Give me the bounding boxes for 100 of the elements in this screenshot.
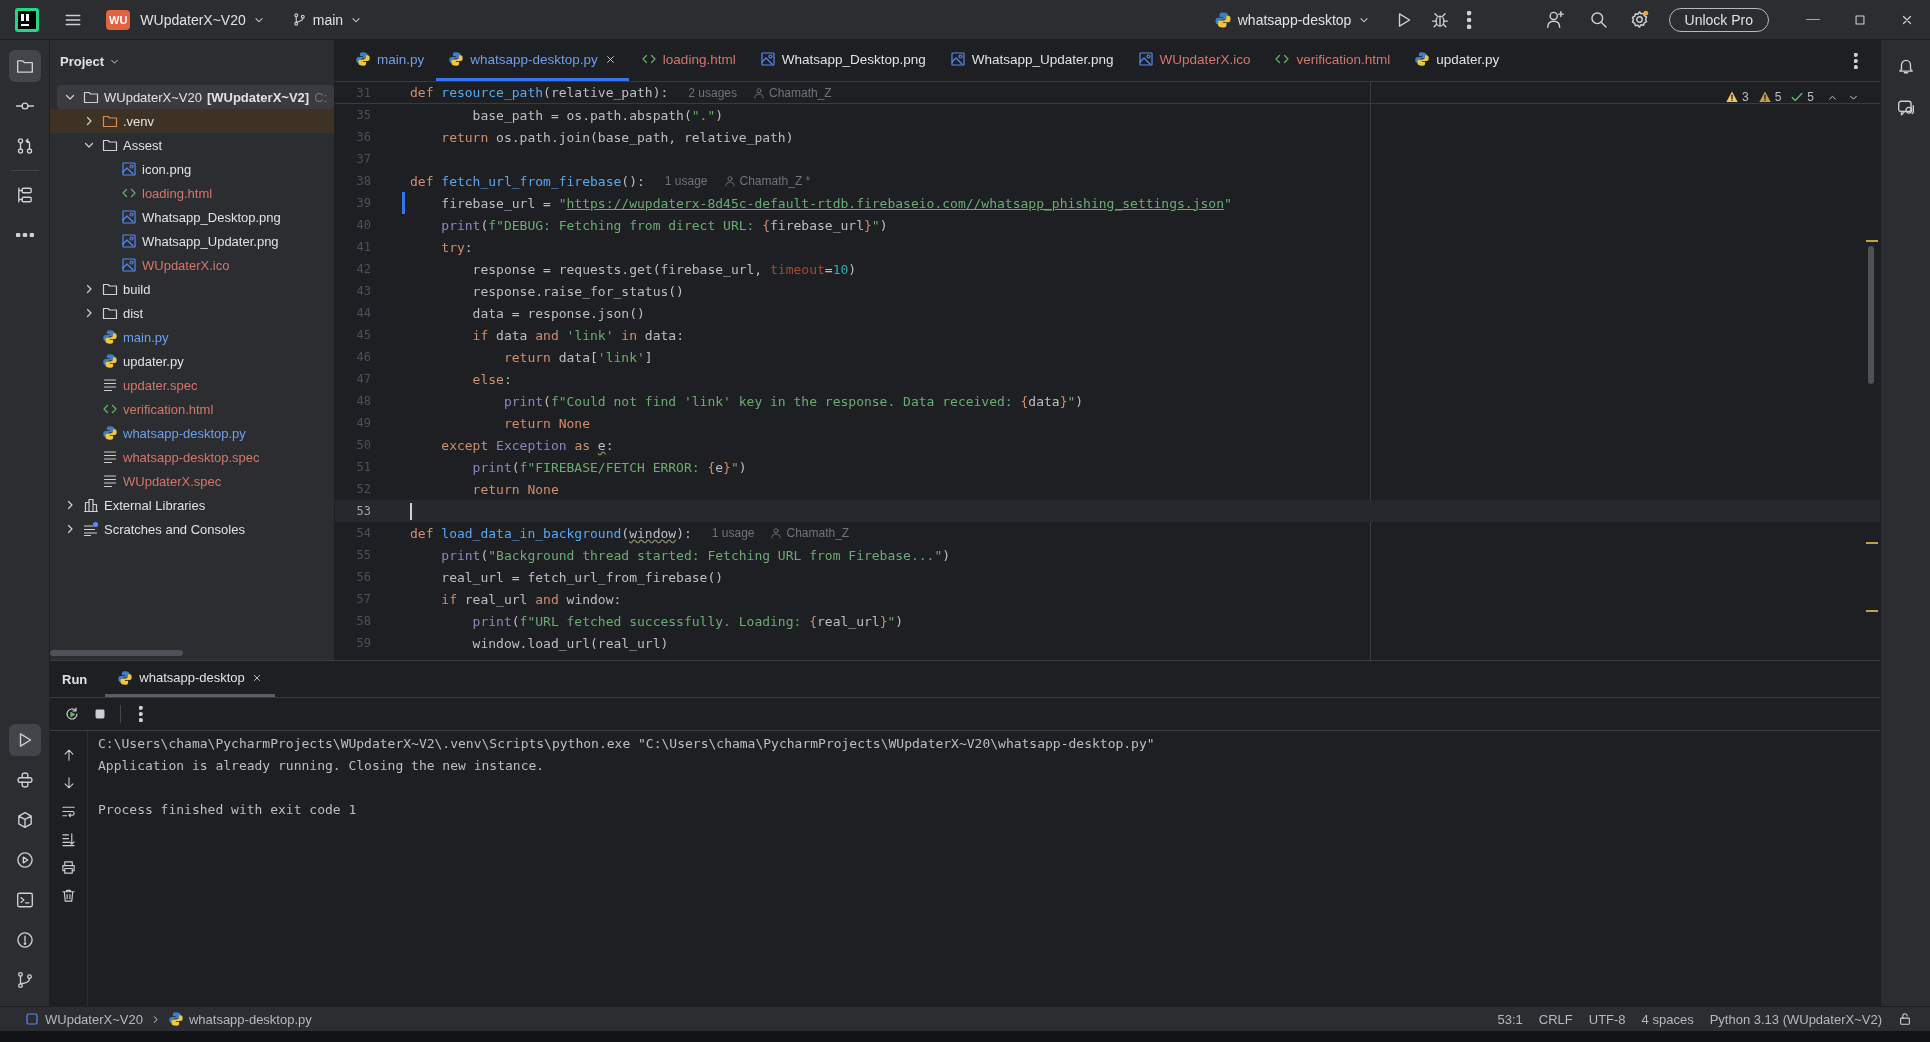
tool-window-title: Run: [62, 670, 89, 689]
cube-icon: [15, 811, 34, 829]
code-line: try:: [440, 239, 473, 255]
code-line: def fetch_url_from_firebase():: [410, 173, 645, 189]
image-file-icon: [121, 209, 137, 225]
tree-item[interactable]: Assest: [50, 133, 334, 157]
python-file-icon: [117, 669, 134, 686]
editor-tab[interactable]: loading.html: [628, 40, 748, 81]
tree-item[interactable]: WUpdaterX.ico: [50, 253, 334, 277]
inspection-count[interactable]: 5: [1774, 90, 1782, 104]
tree-item[interactable]: whatsapp-desktop.py: [50, 421, 334, 445]
inspection-count[interactable]: 3: [1741, 90, 1749, 104]
inspection-count[interactable]: 5: [1807, 90, 1814, 104]
git-branch-icon: [15, 971, 34, 989]
module-icon: [24, 1011, 40, 1027]
code-line: return None: [502, 415, 590, 431]
breadcrumb[interactable]: whatsapp-desktop.py: [167, 1011, 312, 1027]
code-line: return os.path.join(base_path, relative_path): [440, 129, 794, 145]
status-bar-item[interactable]: UTF-8: [1580, 1008, 1634, 1030]
image-file-icon: [121, 161, 137, 177]
tree-item[interactable]: External Libraries: [50, 493, 334, 517]
tree-item[interactable]: updater.spec: [50, 373, 334, 397]
rerun-icon: [64, 706, 80, 722]
folder-icon: [102, 281, 118, 297]
tree-item[interactable]: Whatsapp_Desktop.png: [50, 205, 334, 229]
branch-selector[interactable]: main: [285, 5, 370, 34]
structure-icon: [15, 186, 34, 204]
console-line: C:\Users\chama\PycharmProjects\WUpdaterX~V2\.venv\Scripts\python.exe "C:\Users\chama\PycharmProjects\WUpdaterX~V20\whatsapp-desktop.py": [98, 735, 1155, 753]
text-cursor: [410, 502, 412, 520]
status-bar-item[interactable]: 4 spaces: [1633, 1008, 1702, 1030]
breadcrumb[interactable]: WUpdaterX~V20: [24, 1011, 143, 1027]
code-line: except Exception as e:: [440, 437, 614, 453]
search-icon: [1588, 10, 1608, 29]
run-tool-button[interactable]: [8, 724, 41, 756]
tree-item[interactable]: Whatsapp_Updater.png: [50, 229, 334, 253]
code-line: print(f"DEBUG: Fetching from direct URL: {firebase_url}"): [440, 217, 888, 233]
code-line: firebase_url = "https://wupdaterx-8d45c-default-rtdb.firebaseio.com//whatsapp_phishing_settings.json": [440, 195, 1232, 211]
run-tab[interactable]: whatsapp-desktop: [105, 661, 275, 697]
text-file-icon: [102, 473, 118, 489]
python-file-icon: [167, 1011, 184, 1027]
editor-tab[interactable]: updater.py: [1402, 40, 1512, 81]
scratches-icon: [83, 521, 99, 537]
horizontal-scrollbar[interactable]: [50, 650, 183, 656]
status-bar-item[interactable]: Python 3.13 (WUpdaterX~V2): [1701, 1008, 1890, 1030]
more-icon: [1467, 10, 1472, 29]
vertical-scrollbar[interactable]: [1868, 246, 1874, 384]
python-file-icon: [102, 353, 118, 369]
person-icon: [770, 527, 783, 539]
editor-tab[interactable]: Whatsapp_Desktop.png: [747, 40, 938, 81]
project-tool-button[interactable]: [8, 50, 41, 82]
warning-icon: [1724, 90, 1739, 104]
terminal-icon: [15, 891, 34, 909]
usages-hint[interactable]: 2 usages: [688, 85, 737, 100]
tree-item[interactable]: main.py: [50, 325, 334, 349]
tree-item[interactable]: WUpdaterX.spec: [50, 469, 334, 493]
editor-tab[interactable]: Whatsapp_Updater.png: [937, 40, 1126, 81]
tree-item[interactable]: .venv: [50, 109, 334, 133]
max-icon: [1852, 12, 1867, 27]
check-icon: [1790, 90, 1805, 104]
status-bar-item[interactable]: CRLF: [1530, 1008, 1581, 1030]
python-file-icon: [102, 329, 118, 345]
tree-item[interactable]: loading.html: [50, 181, 334, 205]
tree-item[interactable]: updater.py: [50, 349, 334, 373]
python-file-icon: [1414, 51, 1431, 67]
chat-icon: [1896, 99, 1915, 117]
tree-item[interactable]: whatsapp-desktop.spec: [50, 445, 334, 469]
editor-tab[interactable]: main.py: [343, 40, 437, 81]
scroll-end-icon: [61, 831, 76, 847]
usages-hint[interactable]: 1 usage: [664, 174, 708, 188]
tree-item[interactable]: build: [50, 277, 334, 301]
code-line: print(f"Could not find 'link' key in the response. Data received: {data}"): [502, 393, 1084, 409]
folder-icon: [102, 113, 118, 129]
tree-item[interactable]: Scratches and Consoles: [50, 517, 334, 541]
code-line: data = response.json(): [471, 305, 645, 321]
status-bar-item[interactable]: 53:1: [1489, 1008, 1531, 1030]
editor-tab[interactable]: verification.html: [1262, 40, 1403, 81]
code-line: base_path = os.path.abspath("."): [471, 107, 724, 123]
usages-hint[interactable]: 1 usage: [711, 526, 755, 540]
folder-icon: [83, 89, 99, 105]
tree-item[interactable]: WUpdaterX~V20 [WUpdaterX~V2] C:: [57, 85, 334, 109]
python-file-icon: [448, 51, 465, 67]
lock-icon: [1898, 1012, 1912, 1026]
code-line: else:: [471, 371, 512, 387]
pull-request-icon: [15, 137, 34, 155]
tree-item[interactable]: icon.png: [50, 157, 334, 181]
python-file-icon: [355, 51, 371, 67]
tree-item[interactable]: verification.html: [50, 397, 334, 421]
tree-item[interactable]: dist: [50, 301, 334, 325]
console-line: Application is already running. Closing the new instance.: [98, 757, 546, 775]
project-view-selector[interactable]: Project: [60, 53, 122, 69]
app-logo-icon: [14, 6, 40, 33]
text-file-icon: [102, 449, 118, 465]
title-dropdown[interactable]: WUpdaterX~V20: [134, 5, 272, 34]
author-hint: Chamath_Z: [786, 526, 850, 540]
code-line: print(f"URL fetched successfully. Loading: {real_url}"): [471, 613, 904, 629]
library-icon: [83, 497, 99, 513]
code-line: window.load_url(real_url): [471, 635, 669, 651]
editor-tab[interactable]: WUpdaterX.ico: [1125, 40, 1263, 81]
settings-icon: [1629, 10, 1649, 29]
run-configuration-selector[interactable]: whatsapp-desktop: [1207, 5, 1378, 34]
